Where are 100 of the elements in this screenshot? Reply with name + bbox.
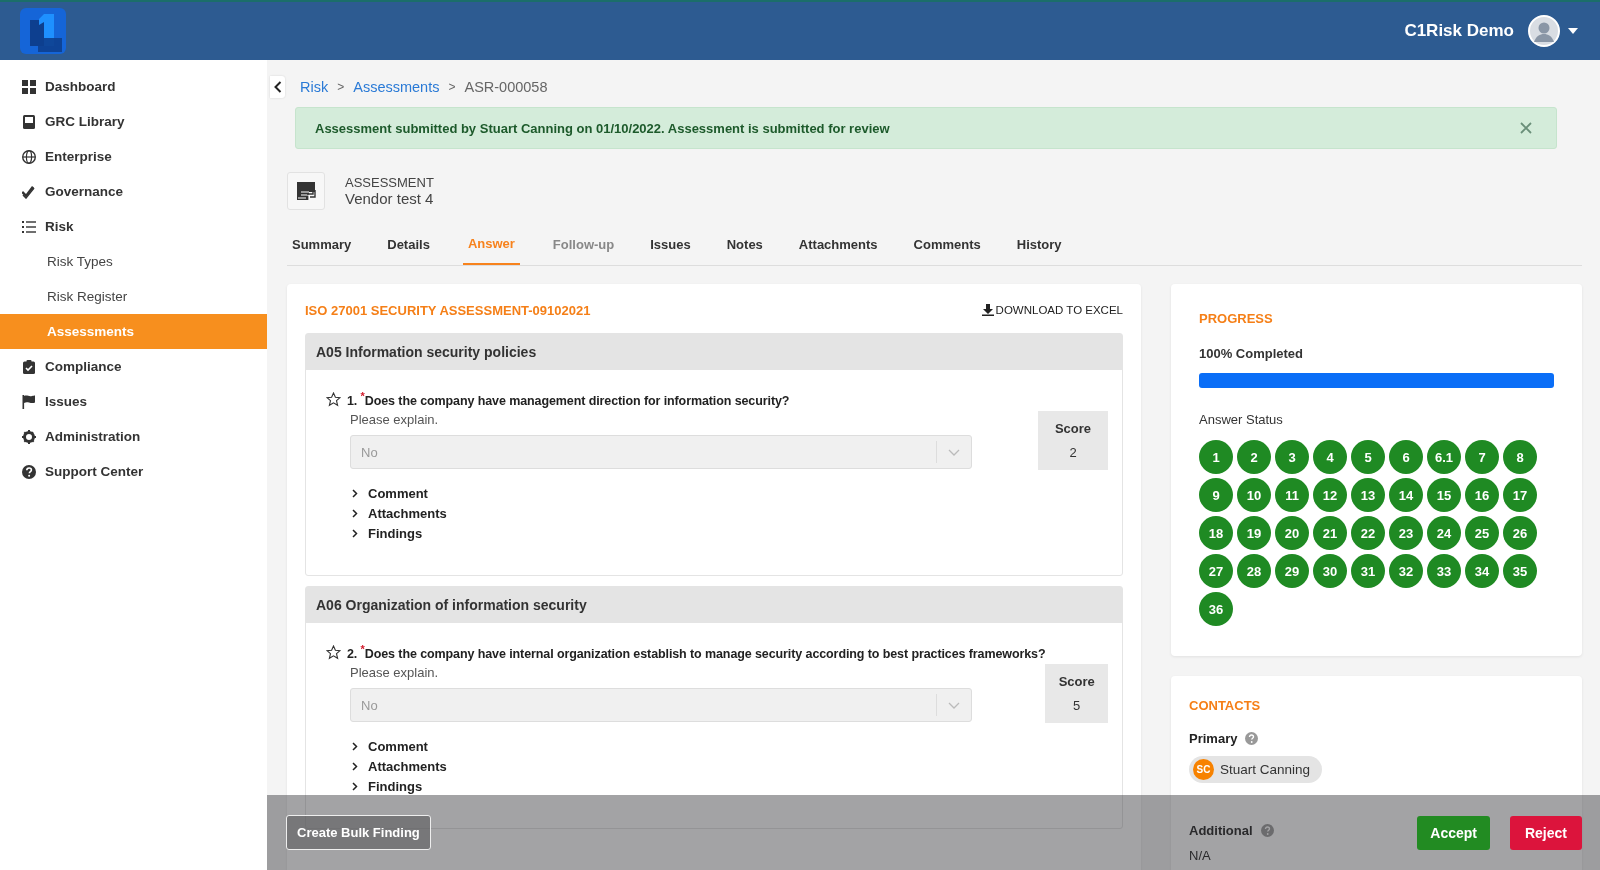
questionnaire-title: ISO 27001 SECURITY ASSESSMENT-09102021 (305, 302, 591, 318)
answer-status-dot[interactable]: 18 (1199, 516, 1233, 550)
answer-status-dot[interactable]: 33 (1427, 554, 1461, 588)
breadcrumb-separator: > (337, 80, 345, 94)
expander-toggle[interactable]: Attachments (350, 756, 1046, 777)
answer-status-dot[interactable]: 10 (1237, 478, 1271, 512)
answer-status-dot[interactable]: 25 (1465, 516, 1499, 550)
clipboard-check-icon (22, 359, 36, 374)
answer-status-dot[interactable]: 29 (1275, 554, 1309, 588)
answer-status-dot[interactable]: 24 (1427, 516, 1461, 550)
answer-status-dot[interactable]: 3 (1275, 440, 1309, 474)
sidebar-item[interactable]: Administration (0, 419, 267, 454)
list-icon (22, 219, 36, 234)
question-hint: Please explain. (350, 665, 440, 681)
sidebar-item[interactable]: Enterprise (0, 139, 267, 174)
answer-status-dot[interactable]: 7 (1465, 440, 1499, 474)
breadcrumb-separator: > (448, 80, 456, 94)
expander-toggle[interactable]: Findings (350, 523, 1038, 544)
answer-status-dot[interactable]: 4 (1313, 440, 1347, 474)
answer-status-dot[interactable]: 2 (1237, 440, 1271, 474)
answer-status-label: Answer Status (1199, 412, 1284, 427)
breadcrumb-link[interactable]: Risk (300, 79, 329, 95)
tab[interactable]: Summary (287, 224, 370, 266)
answer-status-dot[interactable]: 8 (1503, 440, 1537, 474)
answer-status-dot[interactable]: 6.1 (1427, 440, 1461, 474)
answer-select[interactable]: No (350, 688, 972, 723)
answer-status-dot[interactable]: 11 (1275, 478, 1309, 512)
contact-chip[interactable]: SC Stuart Canning (1189, 756, 1323, 783)
expander-toggle[interactable]: Findings (350, 776, 1046, 797)
sidebar-item[interactable]: Compliance (0, 349, 267, 384)
sidebar-item[interactable]: Support Center (0, 454, 267, 489)
flag-icon (22, 394, 36, 409)
breadcrumb-current: ASR-000058 (464, 79, 548, 95)
logo-icon (20, 8, 66, 54)
tab[interactable]: Notes (708, 224, 781, 266)
answer-status-dot[interactable]: 36 (1199, 592, 1233, 626)
tab[interactable]: Issues (632, 224, 709, 266)
answer-status-dot[interactable]: 35 (1503, 554, 1537, 588)
answer-status-dot[interactable]: 15 (1427, 478, 1461, 512)
sidebar-item[interactable]: Dashboard (0, 69, 267, 104)
sidebar-item[interactable]: Issues (0, 384, 267, 419)
answer-status-dot[interactable]: 9 (1199, 478, 1233, 512)
stacked-squares-icon (295, 180, 317, 202)
answer-select[interactable]: No (350, 435, 972, 470)
question-hint: Please explain. (350, 412, 440, 428)
question-text: 2. $^{*}$Does the company have internal organization establish to manage security according to best practices frameworks? (347, 643, 1046, 662)
accept-button[interactable]: Accept (1417, 815, 1490, 850)
breadcrumb-link[interactable]: Assessments (353, 79, 440, 95)
sidebar-subitem[interactable]: Risk Types (0, 244, 267, 279)
sidebar-subitem[interactable]: Risk Register (0, 279, 267, 314)
collapse-button[interactable] (270, 76, 285, 98)
answer-status-dot[interactable]: 13 (1351, 478, 1385, 512)
sidebar-item[interactable]: Governance (0, 174, 267, 209)
tab[interactable]: Comments (895, 224, 999, 266)
answer-status-dot[interactable]: 34 (1465, 554, 1499, 588)
answer-status-dot[interactable]: 5 (1351, 440, 1385, 474)
star-icon (326, 644, 341, 660)
answer-status-dot[interactable]: 23 (1389, 516, 1423, 550)
gear-icon (22, 429, 36, 444)
answer-status-dot[interactable]: 1 (1199, 440, 1233, 474)
close-button[interactable] (1518, 120, 1534, 136)
reject-button[interactable]: Reject (1509, 815, 1582, 850)
tab[interactable]: Details (369, 224, 448, 266)
sidebar-item[interactable]: GRC Library (0, 104, 267, 139)
answer-status-dot[interactable]: 6 (1389, 440, 1423, 474)
answer-status-dot[interactable]: 20 (1275, 516, 1309, 550)
download-button[interactable]: DOWNLOAD TO EXCEL (981, 304, 1123, 316)
contact-value: N/A (1189, 848, 1212, 863)
tab[interactable]: History (998, 224, 1080, 266)
chevron-left-icon (273, 81, 282, 93)
score-label: Score (1058, 674, 1095, 690)
globe-icon (22, 149, 36, 164)
answer-status-dot[interactable]: 16 (1465, 478, 1499, 512)
answer-status-dot[interactable]: 12 (1313, 478, 1347, 512)
answer-status-dot[interactable]: 27 (1199, 554, 1233, 588)
user-name[interactable]: C1Risk Demo (1404, 21, 1514, 41)
expander-toggle[interactable]: Attachments (350, 503, 1038, 524)
score-value: 2 (1069, 445, 1077, 460)
answer-status-dot[interactable]: 32 (1389, 554, 1423, 588)
card-title: PROGRESS (1199, 311, 1274, 326)
answer-status-dot[interactable]: 21 (1313, 516, 1347, 550)
answer-status-dot[interactable]: 22 (1351, 516, 1385, 550)
expander-toggle[interactable]: Comment (350, 483, 1038, 504)
chevron-down-icon (948, 701, 960, 709)
create-bulk-finding-button[interactable]: Create Bulk Finding (286, 815, 431, 850)
answer-status-dot[interactable]: 28 (1237, 554, 1271, 588)
contact-name: Stuart Canning (1220, 762, 1311, 777)
tab[interactable]: Answer (462, 224, 520, 265)
answer-status-dot[interactable]: 17 (1503, 478, 1537, 512)
answer-status-dot[interactable]: 30 (1313, 554, 1347, 588)
answer-status-dot[interactable]: 26 (1503, 516, 1537, 550)
caret-icon (1568, 28, 1578, 34)
answer-status-dot[interactable]: 14 (1389, 478, 1423, 512)
sidebar-subitem[interactable]: Assessments (0, 314, 267, 349)
answer-status-dot[interactable]: 19 (1237, 516, 1271, 550)
expander-toggle[interactable]: Comment (350, 736, 1046, 757)
sidebar-item[interactable]: Risk (0, 209, 267, 244)
tab[interactable]: Attachments (780, 224, 896, 266)
score-label: Score (1054, 421, 1092, 436)
answer-status-dot[interactable]: 31 (1351, 554, 1385, 588)
